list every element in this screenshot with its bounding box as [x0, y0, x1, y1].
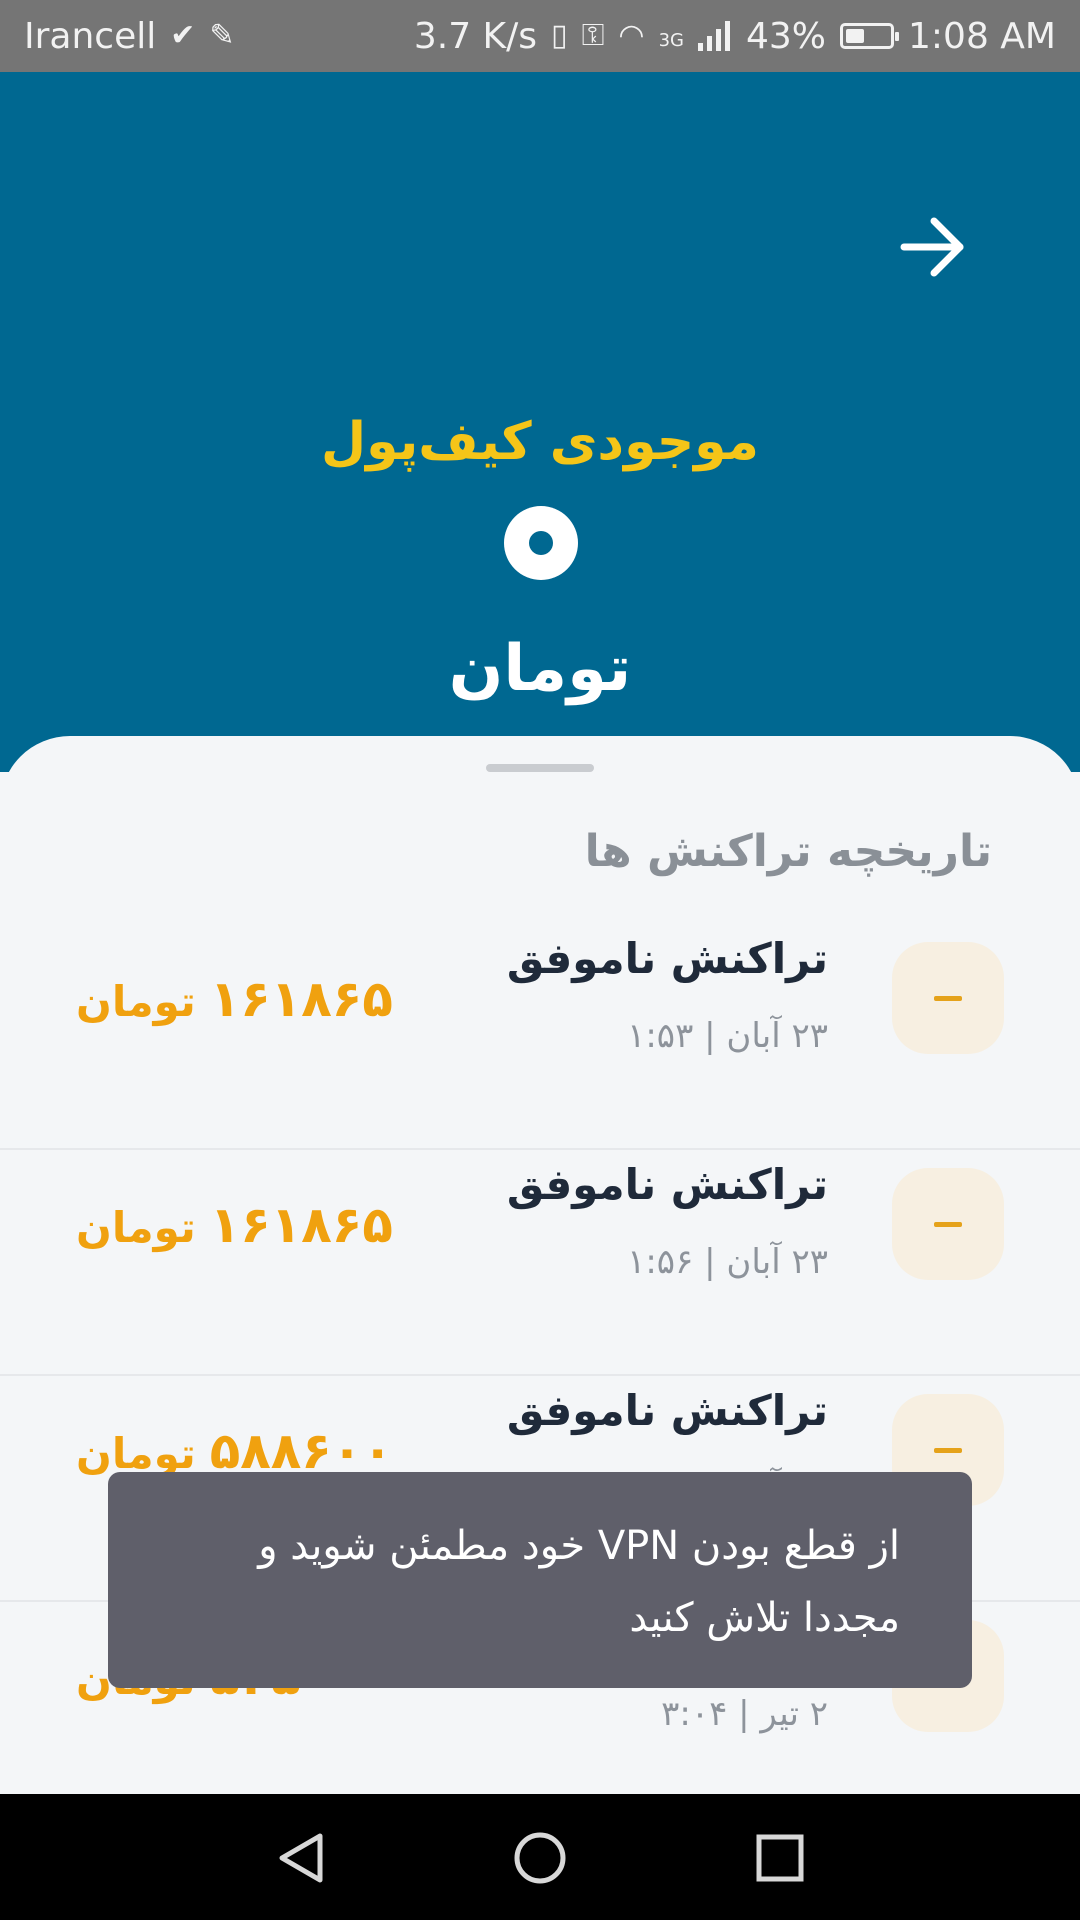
back-icon[interactable]: [272, 1828, 332, 1888]
transaction-status: تراکنش ناموفق: [506, 1386, 828, 1435]
transaction-amount-unit: تومان: [76, 1429, 196, 1478]
transaction-date: ۲۳ آبان | ۱:۵۳: [627, 1016, 828, 1056]
status-left: Irancell ✔ ✎: [24, 16, 235, 57]
minus-icon: [934, 1221, 962, 1227]
transaction-status-badge: [892, 942, 1004, 1054]
minus-icon: [934, 1447, 962, 1453]
clock: 1:08 AM: [908, 15, 1056, 57]
battery-icon: [840, 23, 900, 49]
edit-icon: ✎: [209, 18, 235, 53]
back-arrow-icon[interactable]: [898, 212, 968, 282]
check-signal-icon: ✔: [170, 18, 196, 53]
home-icon[interactable]: [510, 1828, 570, 1888]
battery-percent: 43%: [746, 15, 827, 57]
recents-icon[interactable]: [750, 1828, 810, 1888]
transaction-row[interactable]: تراکنش ناموفق ۲۳ آبان | ۱:۵۶ ۱۶۱۸۶۵ تومان: [0, 1150, 1080, 1376]
network-speed: 3.7 K/s: [413, 15, 538, 57]
status-right: 3.7 K/s ▯ ⚿ ◠ 3G 43% 1:08 AM: [414, 16, 1056, 57]
transaction-amount: ۱۶۱۸۶۵ تومان: [76, 970, 393, 1028]
transaction-status-badge: [892, 1168, 1004, 1280]
transaction-status: تراکنش ناموفق: [506, 934, 828, 983]
key-icon: ⚿: [581, 18, 605, 53]
cell-signal-icon: [698, 21, 730, 51]
history-title: تاریخچه تراکنش ها: [584, 826, 992, 877]
balance-currency: تومان: [448, 632, 632, 706]
network-type: 3G: [658, 29, 684, 51]
carrier-name: Irancell: [24, 15, 157, 57]
wifi-icon: ◠: [618, 18, 645, 53]
drag-handle[interactable]: [486, 764, 594, 772]
transaction-status: تراکنش ناموفق: [506, 1160, 828, 1209]
transaction-amount-value: ۱۶۱۸۶۵: [209, 970, 393, 1028]
transaction-row[interactable]: تراکنش ناموفق ۲۳ آبان | ۱:۵۳ ۱۶۱۸۶۵ تومان: [0, 924, 1080, 1150]
wallet-balance-title: موجودی کیف‌پول: [321, 412, 759, 472]
transaction-amount-unit: تومان: [76, 1203, 196, 1252]
navigation-bar: [0, 1794, 1080, 1920]
minus-icon: [934, 995, 962, 1001]
transaction-date: ۲ تیر | ۳:۰۴: [661, 1694, 828, 1734]
balance-value: 0: [504, 506, 578, 580]
transaction-amount-unit: تومان: [76, 977, 196, 1026]
wallet-header: موجودی کیف‌پول 0 تومان: [0, 72, 1080, 772]
toast-message: از قطع بودن VPN خود مطمئن شوید و مجددا ت…: [108, 1472, 972, 1688]
toast-text: از قطع بودن VPN خود مطمئن شوید و مجددا ت…: [258, 1523, 900, 1641]
status-bar: Irancell ✔ ✎ 3.7 K/s ▯ ⚿ ◠ 3G 43% 1:08 A…: [0, 0, 1080, 72]
vibrate-icon: ▯: [551, 18, 568, 53]
transaction-amount: ۱۶۱۸۶۵ تومان: [76, 1196, 393, 1254]
transaction-amount-value: ۱۶۱۸۶۵: [209, 1196, 393, 1254]
transaction-date: ۲۳ آبان | ۱:۵۶: [627, 1242, 828, 1282]
